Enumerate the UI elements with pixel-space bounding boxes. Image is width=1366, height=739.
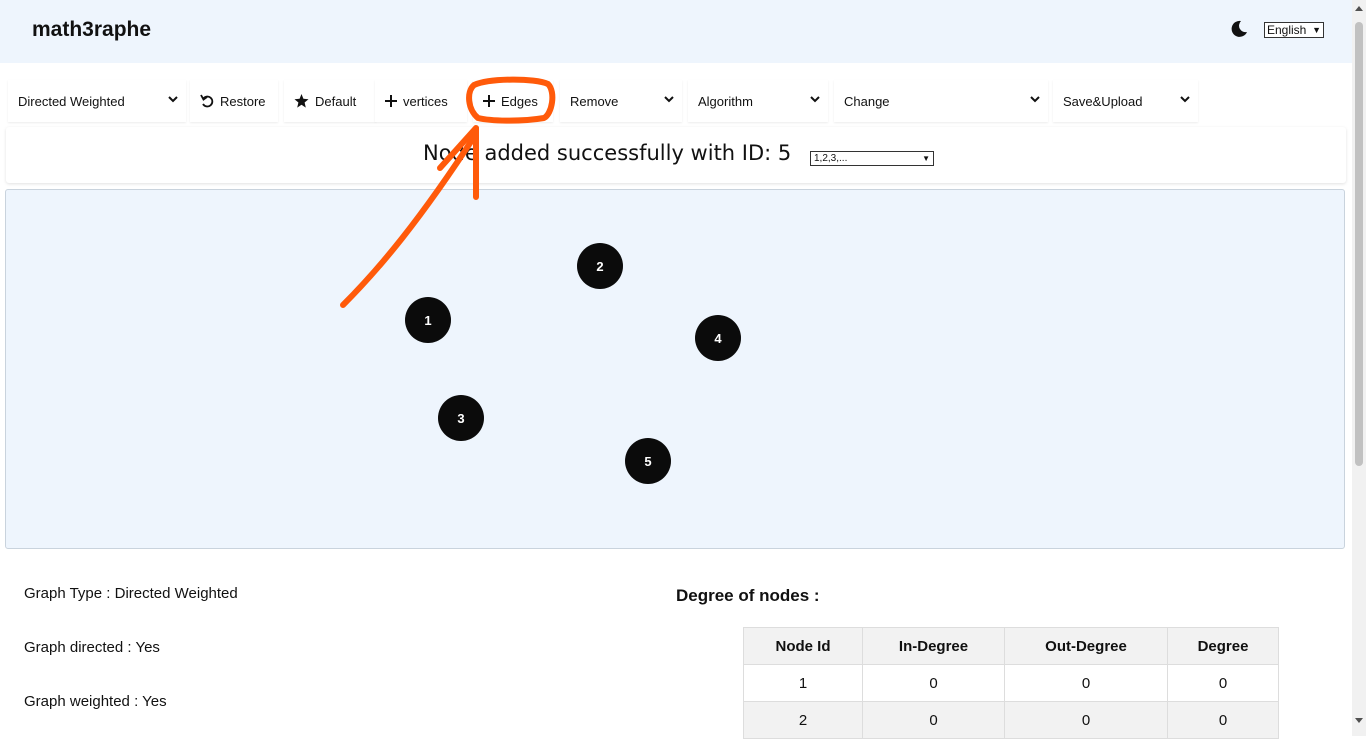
table-header-row: Node Id In-Degree Out-Degree Degree bbox=[743, 627, 1279, 665]
algorithm-label: Algorithm bbox=[698, 93, 753, 109]
graph-directed-info: Graph directed : Yes bbox=[24, 639, 160, 656]
toolbar: Directed Weighted Restore Default vertic… bbox=[8, 80, 1198, 122]
scroll-up-arrow-icon[interactable] bbox=[1355, 6, 1363, 11]
default-button[interactable]: Default bbox=[284, 80, 376, 122]
graph-canvas[interactable]: 1 2 3 4 5 bbox=[5, 189, 1345, 549]
table-cell: 0 bbox=[862, 664, 1005, 702]
table-row: 2 0 0 0 bbox=[743, 701, 1279, 739]
graph-type-info: Graph Type : Directed Weighted bbox=[24, 585, 238, 602]
status-bar: Node added successfully with ID: 5 1,2,3… bbox=[6, 127, 1346, 183]
plus-icon bbox=[483, 95, 495, 107]
graph-node[interactable]: 3 bbox=[438, 395, 484, 441]
restore-label: Restore bbox=[220, 93, 266, 109]
plus-icon bbox=[385, 95, 397, 107]
table-cell: 0 bbox=[1004, 701, 1168, 739]
restore-button[interactable]: Restore bbox=[190, 80, 278, 122]
change-dropdown[interactable]: Change bbox=[834, 80, 1048, 122]
chevron-down-icon bbox=[1030, 94, 1040, 106]
change-label: Change bbox=[844, 93, 890, 109]
graph-type-dropdown[interactable]: Directed Weighted bbox=[8, 80, 186, 122]
language-select[interactable]: English ▼ bbox=[1264, 22, 1324, 38]
chevron-down-icon bbox=[168, 94, 178, 106]
add-edges-button[interactable]: Edges bbox=[473, 80, 553, 122]
language-select-value: English bbox=[1267, 23, 1307, 37]
table-cell: 2 bbox=[743, 701, 863, 739]
graph-type-label: Directed Weighted bbox=[18, 93, 125, 109]
graph-node[interactable]: 4 bbox=[695, 315, 741, 361]
table-cell: 0 bbox=[862, 701, 1005, 739]
remove-label: Remove bbox=[570, 93, 619, 109]
algorithm-dropdown[interactable]: Algorithm bbox=[688, 80, 828, 122]
scrollbar-thumb[interactable] bbox=[1355, 22, 1363, 466]
graph-node[interactable]: 5 bbox=[625, 438, 671, 484]
table-cell: 0 bbox=[1004, 664, 1168, 702]
status-message: Node added successfully with ID: 5 bbox=[423, 141, 792, 165]
dark-mode-moon-icon[interactable] bbox=[1230, 20, 1250, 40]
column-header: Degree bbox=[1167, 627, 1279, 665]
app-header: math3raphe English ▼ bbox=[0, 0, 1352, 63]
degree-title: Degree of nodes : bbox=[676, 586, 820, 605]
add-vertices-button[interactable]: vertices bbox=[375, 80, 467, 122]
undo-icon bbox=[200, 94, 214, 108]
remove-dropdown[interactable]: Remove bbox=[560, 80, 682, 122]
column-header: Node Id bbox=[743, 627, 863, 665]
chevron-down-icon: ▼ bbox=[922, 154, 930, 163]
degree-table: Node Id In-Degree Out-Degree Degree 1 0 … bbox=[743, 627, 1279, 739]
graph-node[interactable]: 1 bbox=[405, 297, 451, 343]
table-cell: 1 bbox=[743, 664, 863, 702]
save-upload-dropdown[interactable]: Save&Upload bbox=[1053, 80, 1198, 122]
table-row: 1 0 0 0 bbox=[743, 664, 1279, 702]
app-title: math3raphe bbox=[32, 18, 152, 41]
table-cell: 0 bbox=[1167, 664, 1279, 702]
column-header: In-Degree bbox=[862, 627, 1005, 665]
chevron-down-icon bbox=[664, 94, 674, 106]
page-scrollbar[interactable] bbox=[1352, 0, 1366, 736]
scroll-down-arrow-icon[interactable] bbox=[1355, 718, 1363, 723]
node-id-select-value: 1,2,3,... bbox=[814, 153, 848, 164]
chevron-down-icon bbox=[810, 94, 820, 106]
edges-label: Edges bbox=[501, 93, 538, 109]
table-cell: 0 bbox=[1167, 701, 1279, 739]
node-id-select[interactable]: 1,2,3,... ▼ bbox=[810, 151, 934, 166]
save-upload-label: Save&Upload bbox=[1063, 93, 1143, 109]
column-header: Out-Degree bbox=[1004, 627, 1168, 665]
star-icon bbox=[294, 94, 309, 108]
vertices-label: vertices bbox=[403, 93, 448, 109]
default-label: Default bbox=[315, 93, 357, 109]
chevron-down-icon: ▼ bbox=[1312, 25, 1321, 35]
graph-node[interactable]: 2 bbox=[577, 243, 623, 289]
graph-weighted-info: Graph weighted : Yes bbox=[24, 693, 167, 710]
chevron-down-icon bbox=[1180, 94, 1190, 106]
